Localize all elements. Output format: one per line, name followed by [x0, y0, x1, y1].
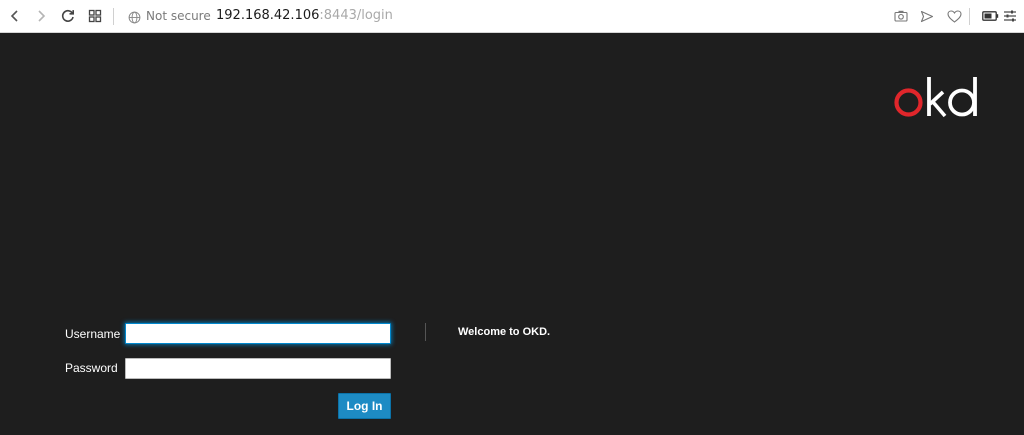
- globe-icon[interactable]: [128, 9, 141, 28]
- login-page: Username Password Log In Welcome to OKD.: [0, 33, 1024, 435]
- toolbar-separator: [969, 8, 970, 25]
- forward-arrow-icon[interactable]: [31, 6, 51, 26]
- send-icon[interactable]: [918, 7, 936, 25]
- password-field[interactable]: [125, 358, 391, 379]
- login-form: Username Password Log In Welcome to OKD.: [0, 33, 1024, 435]
- welcome-message: Welcome to OKD.: [458, 326, 551, 338]
- url-path: :8443/login: [319, 8, 393, 23]
- sliders-icon[interactable]: [1001, 7, 1019, 25]
- url-host: 192.168.42.106: [216, 8, 320, 23]
- browser-toolbar: Not secure 192.168.42.106:8443/login: [0, 0, 1024, 33]
- username-label: Username: [65, 327, 121, 341]
- login-button[interactable]: Log In: [338, 393, 391, 419]
- address-bar[interactable]: 192.168.42.106:8443/login: [216, 7, 393, 25]
- security-status[interactable]: Not secure: [146, 8, 211, 24]
- heart-icon[interactable]: [945, 7, 963, 25]
- battery-icon[interactable]: [981, 7, 999, 25]
- address-separator: [113, 8, 114, 25]
- grid-icon[interactable]: [85, 6, 105, 26]
- vertical-divider: [425, 323, 426, 341]
- username-field[interactable]: [125, 323, 391, 344]
- camera-icon[interactable]: [892, 7, 910, 25]
- reload-icon[interactable]: [58, 6, 78, 26]
- back-arrow-icon[interactable]: [5, 6, 25, 26]
- password-label: Password: [65, 361, 118, 375]
